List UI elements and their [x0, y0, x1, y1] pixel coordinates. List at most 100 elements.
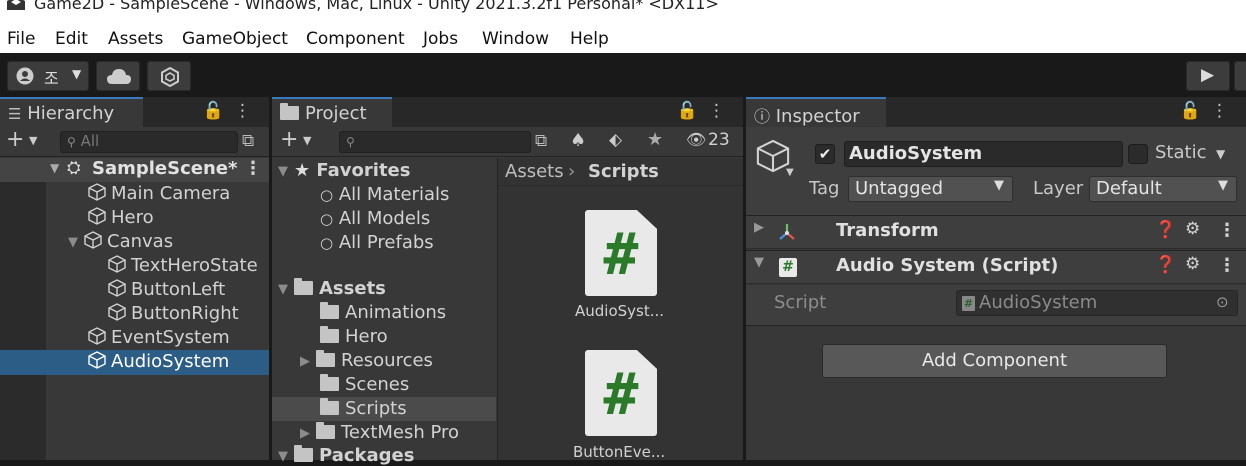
static-checkbox[interactable]: [1128, 144, 1148, 164]
panel-lock-menu[interactable]: 🔓⋮: [203, 101, 261, 121]
scene-row[interactable]: ▼ ⛭ SampleScene* ⋮: [0, 158, 269, 182]
help-icon[interactable]: ❓: [1155, 220, 1176, 240]
assets-header[interactable]: ▼Assets: [278, 278, 386, 299]
folder-hero[interactable]: Hero: [320, 326, 388, 347]
component-menu-icon[interactable]: ⋮: [1218, 255, 1236, 276]
account-dropdown[interactable]: 조 ▼: [7, 61, 89, 91]
folder-resources[interactable]: ▶Resources: [300, 350, 433, 371]
gameobject-cube-icon: [88, 327, 106, 345]
chevron-down-icon[interactable]: ▼: [278, 449, 288, 464]
lock-icon[interactable]: 🔓: [677, 101, 708, 121]
scene-visibility-icon[interactable]: ⧉: [242, 131, 254, 151]
create-plus-icon[interactable]: +: [280, 127, 298, 152]
add-component-button[interactable]: Add Component: [822, 344, 1167, 378]
script-object-field[interactable]: # AudioSystem ⊙: [956, 290, 1238, 316]
account-label: 조: [44, 65, 59, 89]
cloud-button[interactable]: [96, 61, 140, 91]
menu-component[interactable]: Component: [306, 29, 405, 49]
hierarchy-item-audiosystem[interactable]: AudioSystem: [0, 350, 269, 375]
favorite-star-icon[interactable]: ★: [647, 129, 663, 150]
chevron-right-icon[interactable]: ▶: [300, 426, 310, 441]
hierarchy-item-canvas[interactable]: ▼Canvas: [68, 231, 173, 252]
object-name-field[interactable]: AudioSystem: [844, 141, 1123, 167]
collab-button[interactable]: [147, 61, 191, 91]
menu-jobs[interactable]: Jobs: [423, 29, 458, 49]
panel-lock-menu[interactable]: 🔓⋮: [677, 101, 735, 121]
hierarchy-item-buttonright[interactable]: ButtonRight: [108, 303, 239, 324]
lock-icon[interactable]: 🔓: [1180, 101, 1211, 121]
tab-hierarchy[interactable]: ☰ Hierarchy: [0, 97, 143, 127]
chevron-down-icon[interactable]: ▼: [29, 134, 37, 147]
favorite-all-prefabs[interactable]: ○ All Prefabs: [320, 232, 434, 253]
help-icon[interactable]: ❓: [1155, 255, 1176, 275]
script-file-icon[interactable]: [585, 350, 657, 436]
inspector-header: ▼ ✔ AudioSystem Static ▼ Tag Untagged▼ L…: [746, 127, 1246, 215]
item-label: TextHeroState: [131, 255, 258, 276]
menu-bar: File Edit Assets GameObject Component Jo…: [0, 26, 1246, 53]
menu-window[interactable]: Window: [482, 29, 549, 49]
tag-label: Tag: [809, 178, 839, 199]
icon-dropdown-chevron-icon[interactable]: ▼: [786, 167, 794, 178]
chevron-right-icon[interactable]: ▶: [754, 220, 764, 235]
menu-file[interactable]: File: [7, 29, 35, 49]
packages-header[interactable]: ▼Packages: [278, 445, 414, 466]
presets-sliders-icon[interactable]: ⚙: [1185, 254, 1200, 274]
create-plus-icon[interactable]: +: [6, 127, 24, 152]
component-transform-title: Transform: [836, 220, 939, 241]
pause-button[interactable]: [1234, 61, 1246, 91]
favorites-header[interactable]: ▼★ Favorites: [278, 160, 410, 181]
hierarchy-item-hero[interactable]: Hero: [88, 207, 154, 228]
filter-by-type-icon[interactable]: ♠: [570, 130, 586, 151]
project-search-input[interactable]: ⚲: [339, 131, 531, 153]
chevron-down-icon[interactable]: ▼: [754, 255, 764, 270]
unity-scene-icon: ⛭: [67, 158, 81, 178]
hierarchy-item-main-camera[interactable]: Main Camera: [88, 183, 230, 204]
favorite-all-models[interactable]: ○ All Models: [320, 208, 430, 229]
tag-dropdown[interactable]: Untagged▼: [848, 176, 1013, 202]
hierarchy-item-eventsystem[interactable]: EventSystem: [88, 327, 230, 348]
chevron-down-icon[interactable]: ▼: [68, 235, 78, 250]
hidden-packages-eye-icon[interactable]: 👁: [686, 130, 706, 149]
object-picker-icon[interactable]: ⊙: [1216, 293, 1229, 311]
folder-textmesh-pro[interactable]: ▶TextMesh Pro: [300, 422, 459, 443]
hierarchy-item-buttonleft[interactable]: ButtonLeft: [108, 279, 225, 300]
menu-gameobject[interactable]: GameObject: [182, 29, 288, 49]
folder-scenes[interactable]: Scenes: [320, 374, 409, 395]
play-button[interactable]: ▶: [1186, 61, 1230, 91]
chevron-down-icon[interactable]: ▼: [278, 164, 288, 179]
folder-scripts[interactable]: Scripts: [272, 397, 496, 421]
chevron-down-icon[interactable]: ▼: [278, 282, 288, 297]
static-dropdown-chevron-icon[interactable]: ▼: [1216, 147, 1225, 161]
layer-dropdown[interactable]: Default▼: [1089, 176, 1237, 202]
scene-menu-icon[interactable]: ⋮: [244, 158, 262, 179]
chevron-right-icon[interactable]: ▶: [300, 354, 310, 369]
component-transform[interactable]: ▶ Transform ❓ ⚙ ⋮: [746, 215, 1246, 249]
menu-edit[interactable]: Edit: [55, 29, 88, 49]
menu-assets[interactable]: Assets: [108, 29, 163, 49]
breadcrumb-assets[interactable]: Assets: [505, 161, 564, 182]
chevron-down-icon[interactable]: ▼: [50, 161, 59, 175]
panel-lock-menu[interactable]: 🔓⋮: [1180, 101, 1238, 121]
lock-icon[interactable]: 🔓: [203, 101, 234, 121]
hierarchy-search-input[interactable]: ⚲ All: [60, 131, 238, 153]
chevron-down-icon[interactable]: ▼: [303, 134, 311, 147]
search-by-scene-icon[interactable]: ⧉: [535, 131, 547, 151]
favorite-all-materials[interactable]: ○ All Materials: [320, 184, 449, 205]
asset-audiosystem[interactable]: AudioSyst...: [575, 302, 664, 320]
tab-inspector[interactable]: ⓘ Inspector: [746, 97, 886, 127]
hierarchy-item-textherostate[interactable]: TextHeroState: [108, 255, 258, 276]
folder-animations[interactable]: Animations: [320, 302, 446, 323]
script-file-icon[interactable]: [585, 210, 657, 296]
active-checkbox[interactable]: ✔: [815, 144, 835, 164]
presets-sliders-icon[interactable]: ⚙: [1185, 219, 1200, 239]
tab-project[interactable]: Project: [272, 97, 392, 127]
panel-splitter[interactable]: [269, 97, 272, 460]
breadcrumb-scripts[interactable]: Scripts: [588, 161, 659, 182]
filter-by-label-icon[interactable]: ⬖: [609, 130, 622, 150]
search-icon: ○: [320, 186, 333, 204]
menu-help[interactable]: Help: [570, 29, 609, 49]
asset-buttonevent[interactable]: ButtonEve...: [573, 443, 665, 461]
component-menu-icon[interactable]: ⋮: [1218, 220, 1236, 241]
component-audio-system-script[interactable]: ▼ # Audio System (Script) ❓ ⚙ ⋮: [746, 250, 1246, 284]
panel-splitter[interactable]: [743, 97, 746, 460]
